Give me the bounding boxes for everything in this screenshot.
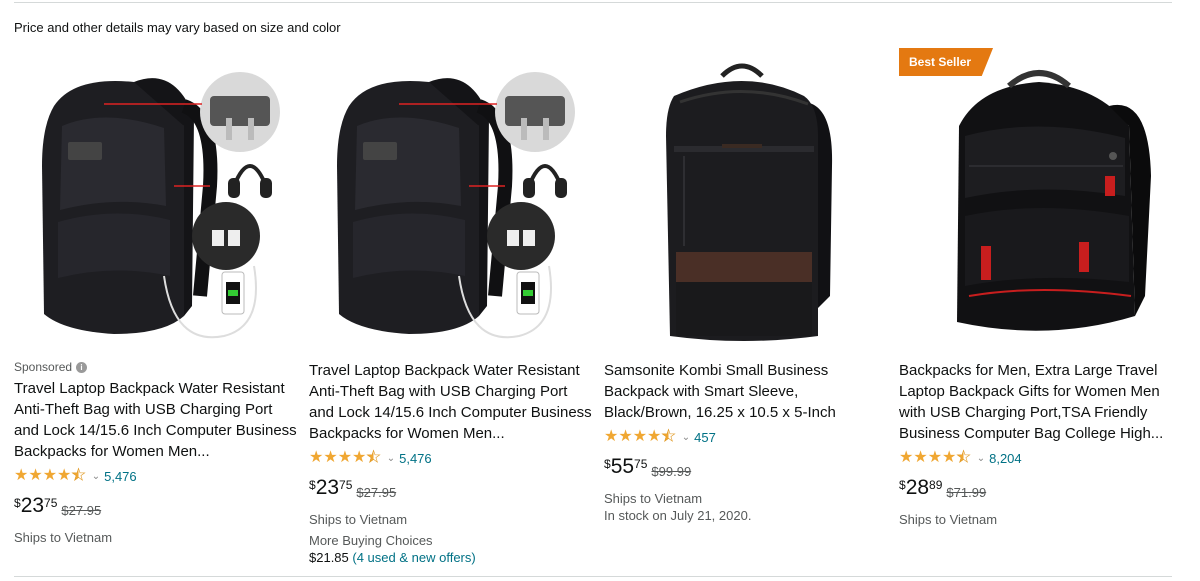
product-rating[interactable]: ★ ★ ★ ★ ★ ⌄ 5,476 — [14, 466, 299, 486]
star-half-icon: ★ — [956, 449, 971, 466]
product-card: Best Seller Backpacks for Men, Extra Lar… — [899, 46, 1184, 571]
star-full-icon: ★ — [942, 449, 957, 466]
offers-link[interactable]: (4 used & new offers) — [352, 550, 475, 565]
price-symbol: $ — [899, 478, 906, 492]
chevron-down-icon[interactable]: ⌄ — [92, 471, 100, 482]
top-divider — [14, 2, 1172, 3]
stock-info: In stock on July 21, 2020. — [604, 508, 752, 523]
sponsored-label: Sponsored i — [14, 360, 299, 374]
product-card: Sponsored i Travel Laptop Backpack Water… — [14, 46, 299, 571]
list-price: $27.95 — [61, 503, 102, 518]
star-half-icon: ★ — [661, 428, 676, 445]
price-whole: 23 — [315, 476, 340, 499]
price-fraction: 75 — [339, 478, 353, 492]
price-whole: 28 — [905, 476, 930, 499]
price[interactable]: $ 28 89 $71.99 — [899, 477, 1184, 503]
product-image[interactable] — [309, 46, 594, 356]
product-rating[interactable]: ★ ★ ★ ★ ★ ⌄ 8,204 — [899, 448, 1184, 468]
review-count-link[interactable]: 5,476 — [399, 451, 432, 466]
bottom-divider — [14, 576, 1172, 577]
price-fraction: 75 — [44, 496, 58, 510]
review-count-link[interactable]: 8,204 — [989, 451, 1022, 466]
star-rating[interactable]: ★ ★ ★ ★ ★ — [309, 449, 381, 466]
star-full-icon: ★ — [913, 449, 928, 466]
shipping-info: Ships to Vietnam — [309, 512, 408, 527]
product-rating[interactable]: ★ ★ ★ ★ ★ ⌄ 5,476 — [309, 448, 594, 468]
star-full-icon: ★ — [42, 467, 58, 484]
list-price: $99.99 — [651, 464, 692, 479]
product-image[interactable] — [899, 46, 1184, 356]
review-count-link[interactable]: 457 — [694, 430, 716, 445]
star-full-icon: ★ — [28, 467, 43, 484]
star-full-icon: ★ — [618, 428, 633, 445]
price-whole: 55 — [610, 455, 635, 478]
product-title[interactable]: Travel Laptop Backpack Water Resistant A… — [14, 378, 299, 462]
star-full-icon: ★ — [352, 449, 367, 466]
star-full-icon: ★ — [57, 467, 72, 484]
best-seller-badge[interactable]: Best Seller — [899, 48, 994, 76]
product-info: Backpacks for Men, Extra Large Travel La… — [899, 360, 1184, 528]
price[interactable]: $ 55 75 $99.99 — [604, 456, 889, 482]
product-grid: Sponsored i Travel Laptop Backpack Water… — [14, 46, 1194, 571]
chevron-down-icon[interactable]: ⌄ — [387, 453, 395, 464]
price-notice: Price and other details may vary based o… — [14, 20, 341, 35]
product-rating[interactable]: ★ ★ ★ ★ ★ ⌄ 457 — [604, 427, 889, 447]
price-fraction: 75 — [634, 457, 648, 471]
star-full-icon: ★ — [337, 449, 353, 466]
shipping-info: Ships to Vietnam — [14, 530, 113, 545]
chevron-down-icon[interactable]: ⌄ — [977, 453, 985, 464]
product-info: Sponsored i Travel Laptop Backpack Water… — [14, 360, 299, 546]
product-info: Travel Laptop Backpack Water Resistant A… — [309, 360, 594, 567]
shipping-info: Ships to Vietnam — [604, 491, 703, 506]
list-price: $71.99 — [946, 485, 987, 500]
product-title[interactable]: Samsonite Kombi Small Business Backpack … — [604, 360, 889, 423]
review-count-link[interactable]: 5,476 — [104, 469, 137, 484]
star-half-icon: ★ — [71, 467, 86, 484]
info-icon[interactable]: i — [76, 361, 88, 373]
product-title[interactable]: Travel Laptop Backpack Water Resistant A… — [309, 360, 594, 444]
star-full-icon: ★ — [647, 428, 662, 445]
product-title[interactable]: Backpacks for Men, Extra Large Travel La… — [899, 360, 1184, 444]
star-full-icon: ★ — [632, 428, 648, 445]
price[interactable]: $ 23 75 $27.95 — [14, 495, 299, 521]
star-rating[interactable]: ★ ★ ★ ★ ★ — [14, 467, 86, 484]
price-symbol: $ — [604, 457, 611, 471]
shipping-info: Ships to Vietnam — [899, 512, 998, 527]
price-whole: 23 — [20, 494, 45, 517]
star-full-icon: ★ — [14, 467, 29, 484]
price[interactable]: $ 23 75 $27.95 — [309, 477, 594, 503]
product-card: Travel Laptop Backpack Water Resistant A… — [309, 46, 594, 571]
price-symbol: $ — [14, 496, 21, 510]
star-full-icon: ★ — [927, 449, 943, 466]
star-rating[interactable]: ★ ★ ★ ★ ★ — [899, 449, 971, 466]
product-card: Samsonite Kombi Small Business Backpack … — [604, 46, 889, 571]
star-full-icon: ★ — [323, 449, 338, 466]
star-full-icon: ★ — [309, 449, 324, 466]
product-info: Samsonite Kombi Small Business Backpack … — [604, 360, 889, 525]
sponsored-text: Sponsored — [14, 360, 73, 374]
chevron-down-icon[interactable]: ⌄ — [682, 432, 690, 443]
price-fraction: 89 — [929, 478, 943, 492]
star-rating[interactable]: ★ ★ ★ ★ ★ — [604, 428, 676, 445]
more-buying-price: $21.85 — [309, 550, 349, 565]
star-half-icon: ★ — [366, 449, 381, 466]
star-full-icon: ★ — [604, 428, 619, 445]
more-buying-choices-label: More Buying Choices — [309, 533, 433, 548]
product-image[interactable] — [604, 46, 889, 356]
list-price: $27.95 — [356, 485, 397, 500]
star-full-icon: ★ — [899, 449, 914, 466]
more-buying-choices: $21.85 (4 used & new offers) — [309, 549, 594, 567]
price-symbol: $ — [309, 478, 316, 492]
product-image[interactable] — [14, 46, 299, 356]
